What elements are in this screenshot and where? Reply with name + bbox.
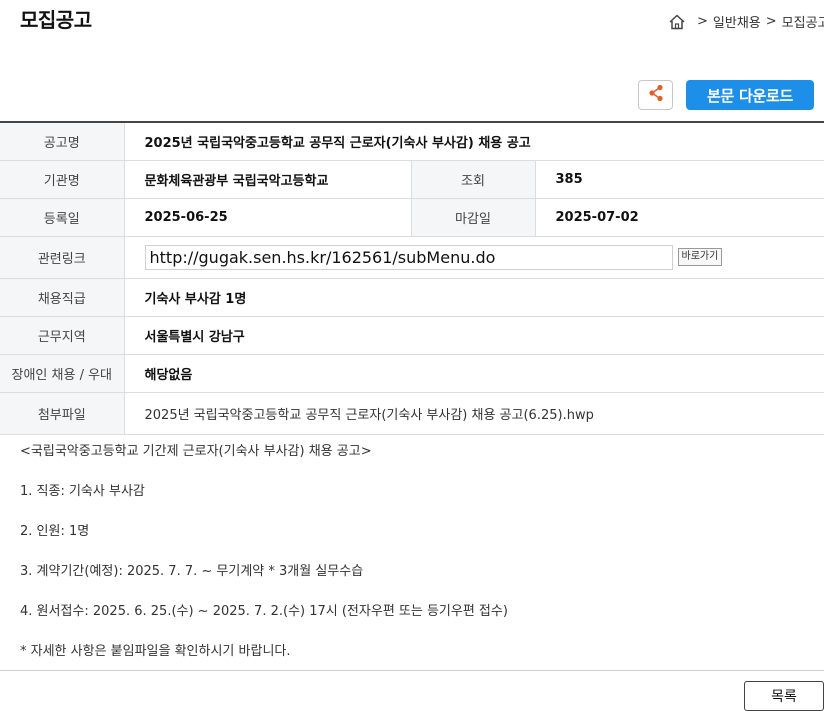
notice-title-value: 2025년 국립국악중고등학교 공무직 근로자(기숙사 부사감) 채용 공고 [124, 122, 824, 161]
disabled-hiring-value: 해당없음 [124, 354, 824, 393]
go-link-button[interactable]: 바로가기 [677, 248, 723, 266]
header-cell-link: 관련링크 [0, 236, 125, 279]
divider [0, 670, 824, 671]
header-cell-position: 채용직급 [0, 278, 125, 317]
table-row: 채용직급 기숙사 부사감 1명 [0, 278, 824, 317]
region-value: 서울특별시 강남구 [124, 316, 824, 355]
home-icon[interactable] [668, 13, 686, 31]
body-line: * 자세한 사항은 붙임파일을 확인하시기 바랍니다. [20, 644, 291, 659]
list-button[interactable]: 목록 [744, 681, 824, 711]
header-cell-views: 조회 [410, 160, 536, 199]
table-row: 첨부파일 2025년 국립국악중고등학교 공무직 근로자(기숙사 부사감) 채용… [0, 392, 824, 435]
download-body-button[interactable]: 본문 다운로드 [686, 80, 814, 110]
header-cell-region: 근무지역 [0, 316, 125, 355]
breadcrumb-item-notice[interactable]: 모집공고 [782, 12, 824, 31]
share-icon [648, 84, 664, 106]
table-row: 근무지역 서울특별시 강남구 [0, 316, 824, 355]
registered-date-value: 2025-06-25 [124, 198, 411, 237]
deadline-date-value: 2025-07-02 [535, 198, 824, 237]
header-cell-registered: 등록일 [0, 198, 125, 237]
breadcrumb-separator: > [765, 14, 777, 29]
body-line: 2. 인원: 1명 [20, 524, 90, 539]
table-row: 기관명 문화체육관광부 국립국악고등학교 조회 385 [0, 160, 824, 199]
notice-body: <국립국악중고등학교 기간제 근로자(기숙사 부사감) 채용 공고> 1. 직종… [20, 443, 810, 683]
body-line: 1. 직종: 기숙사 부사감 [20, 484, 145, 499]
notice-info-table: 공고명 2025년 국립국악중고등학교 공무직 근로자(기숙사 부사감) 채용 … [0, 121, 824, 435]
table-row: 장애인 채용 / 우대 해당없음 [0, 354, 824, 393]
views-value: 385 [535, 160, 824, 199]
related-link-field[interactable]: http://gugak.sen.hs.kr/162561/subMenu.do [144, 244, 673, 270]
attachment-link[interactable]: 2025년 국립국악중고등학교 공무직 근로자(기숙사 부사감) 채용 공고(6… [124, 392, 824, 435]
header-cell-org: 기관명 [0, 160, 125, 199]
org-value: 문화체육관광부 국립국악고등학교 [124, 160, 411, 199]
header-cell-attachment: 첨부파일 [0, 392, 125, 435]
header-cell-deadline: 마감일 [410, 198, 536, 237]
page-title: 모집공고 [20, 8, 92, 32]
position-value: 기숙사 부사감 1명 [124, 278, 824, 317]
breadcrumb: > 일반채용 > 모집공고 [668, 12, 824, 31]
body-line: <국립국악중고등학교 기간제 근로자(기숙사 부사감) 채용 공고> [20, 444, 372, 459]
header-cell-title: 공고명 [0, 122, 125, 161]
breadcrumb-separator: > [697, 14, 708, 29]
header-cell-disabled: 장애인 채용 / 우대 [0, 354, 125, 393]
table-row: 등록일 2025-06-25 마감일 2025-07-02 [0, 198, 824, 237]
share-button[interactable] [638, 80, 673, 110]
table-row: 관련링크 http://gugak.sen.hs.kr/162561/subMe… [0, 236, 824, 279]
body-line: 3. 계약기간(예정): 2025. 7. 7. ~ 무기계약 * 3개월 실무… [20, 564, 364, 579]
breadcrumb-item-general-hiring[interactable]: 일반채용 [713, 12, 761, 31]
body-line: 4. 원서접수: 2025. 6. 25.(수) ~ 2025. 7. 2.(수… [20, 604, 508, 619]
table-row: 공고명 2025년 국립국악중고등학교 공무직 근로자(기숙사 부사감) 채용 … [0, 122, 824, 161]
related-link-cell: http://gugak.sen.hs.kr/162561/subMenu.do… [124, 236, 824, 279]
